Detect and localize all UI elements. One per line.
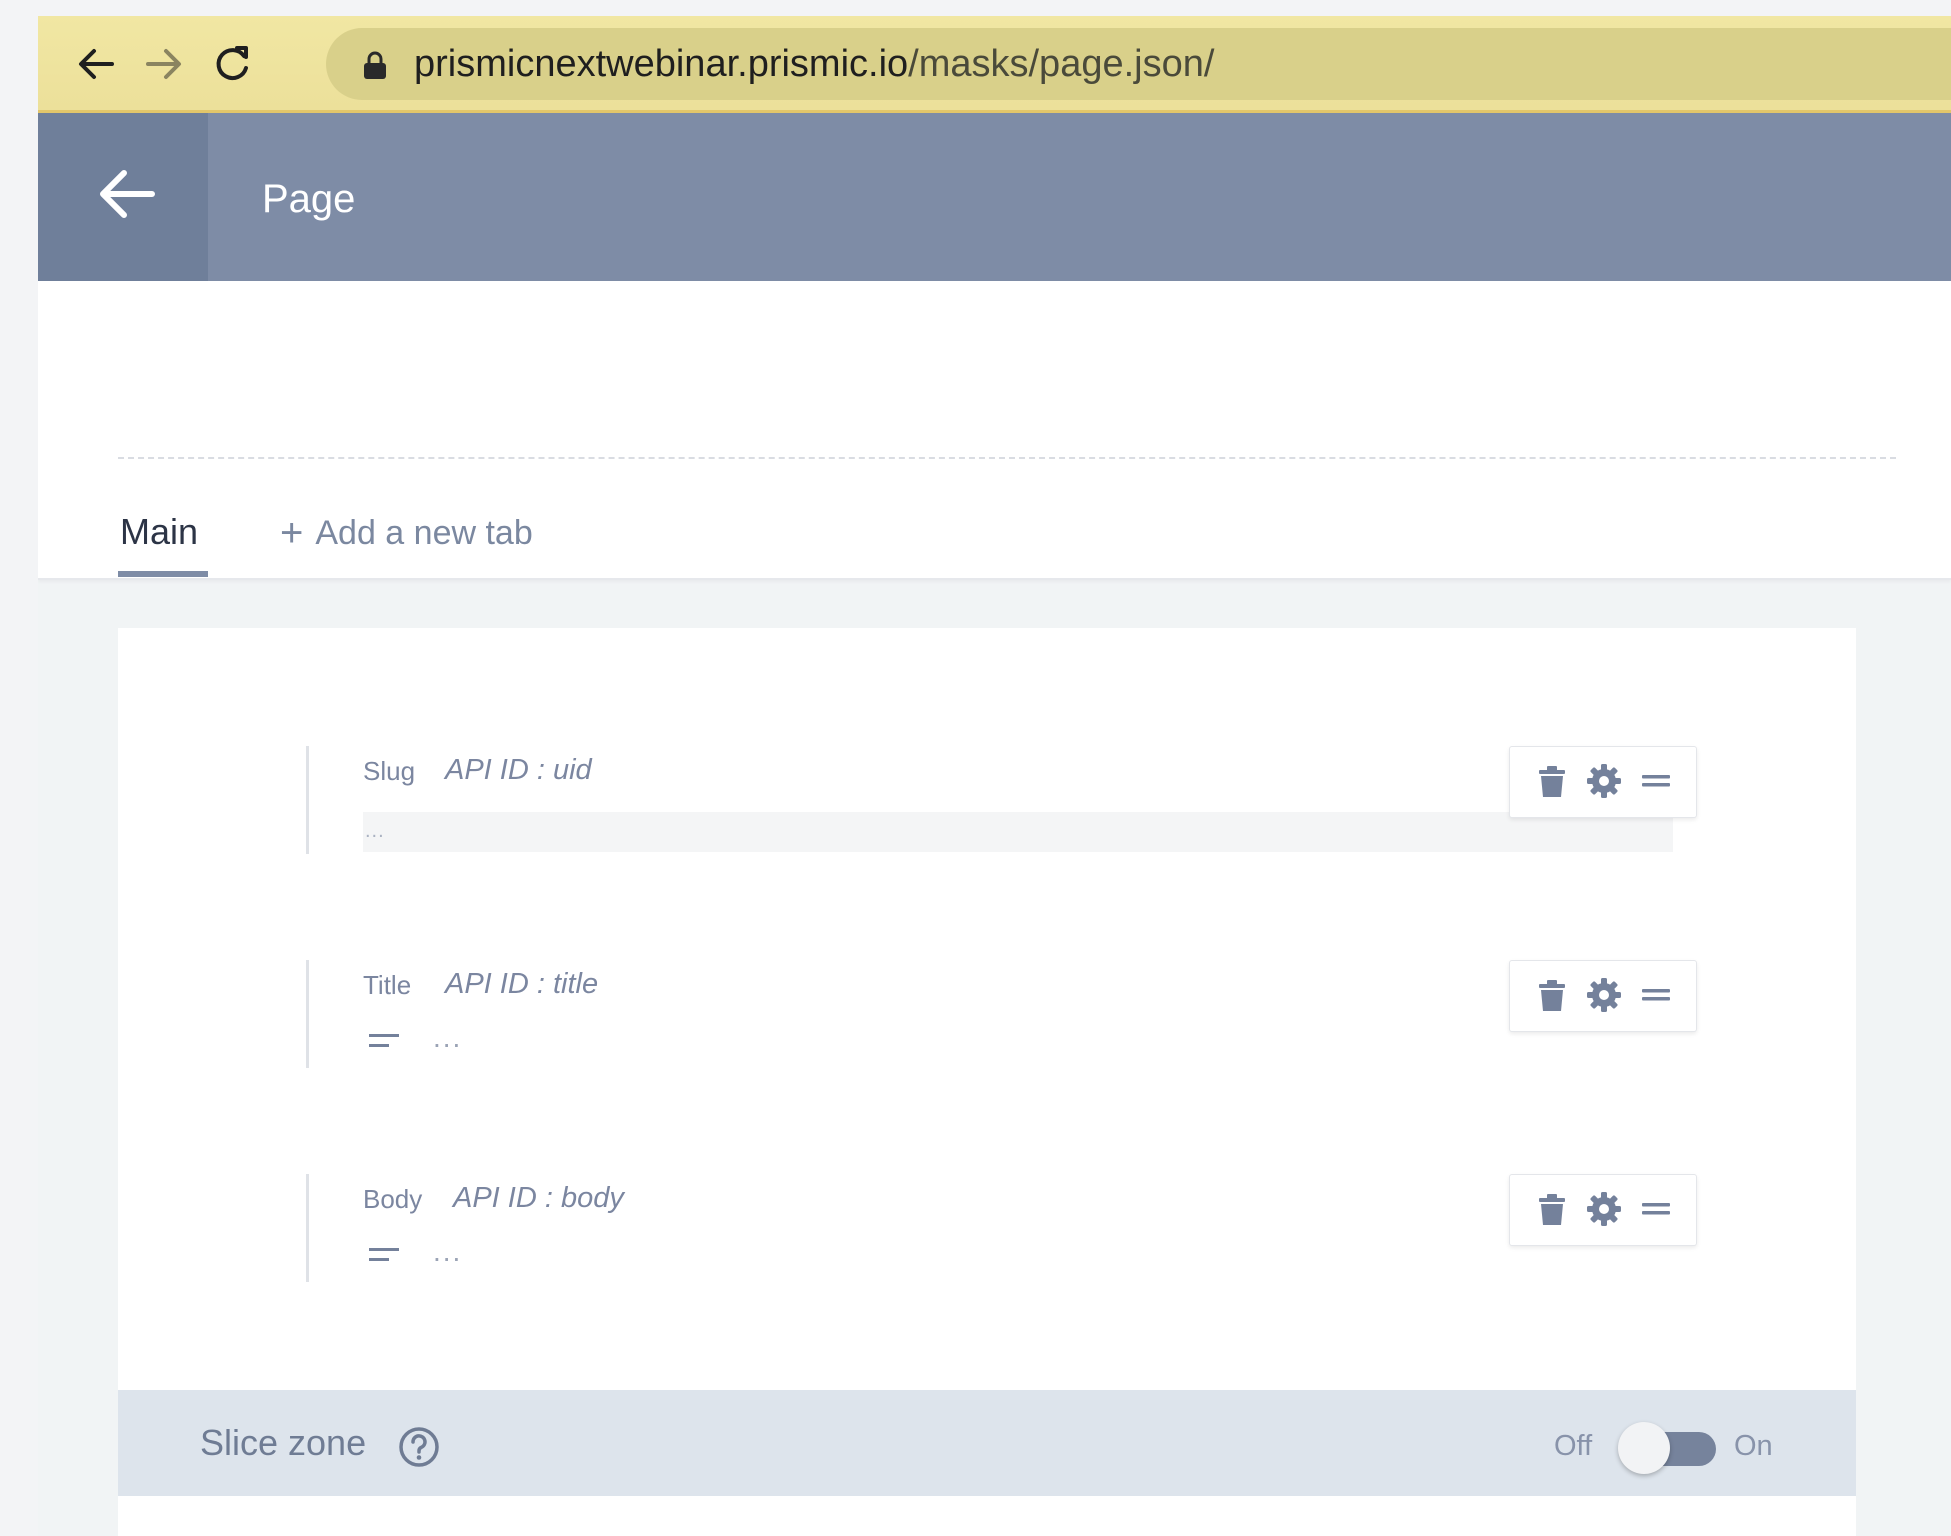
toggle-off-label: Off	[1554, 1430, 1593, 1462]
delete-field-button[interactable]	[1532, 1189, 1572, 1229]
drag-handle[interactable]	[1636, 761, 1676, 801]
field-api-id: API ID : title	[445, 968, 599, 1000]
slug-input[interactable]: ...	[363, 812, 1673, 852]
field-settings-button[interactable]	[1584, 761, 1624, 801]
editor-panel: Slug API ID : uid ... Title API ID: tit…	[118, 628, 1856, 1536]
field-actions	[1509, 1174, 1697, 1246]
arrow-left-icon	[79, 49, 114, 79]
divider	[118, 457, 1896, 459]
rich-text-icon	[369, 1248, 399, 1261]
drag-handle[interactable]	[1636, 1189, 1676, 1229]
active-tab-indicator	[118, 571, 208, 577]
browser-toolbar: prismicnextwebinar.prismic.io/masks/page…	[38, 16, 1951, 113]
field-settings-button[interactable]	[1584, 975, 1624, 1015]
lock-icon	[364, 51, 386, 79]
slice-zone-title: Slice zone	[200, 1422, 367, 1463]
gear-icon	[1587, 764, 1621, 798]
delete-field-button[interactable]	[1532, 761, 1572, 801]
drag-handle-icon	[1642, 989, 1670, 1001]
url-path: /masks/page.json/	[908, 43, 1215, 85]
field-label: Title	[363, 970, 412, 1000]
field-api-id: API ID : uid	[445, 754, 592, 786]
add-tab-label: Add a new tab	[315, 514, 533, 552]
drag-handle-icon	[1642, 775, 1670, 787]
gear-icon	[1587, 978, 1621, 1012]
field-label: Slug	[363, 756, 416, 786]
page-title: Page	[262, 177, 356, 221]
field-label: Body	[363, 1184, 423, 1214]
toggle-on-label: On	[1734, 1430, 1773, 1462]
slug-placeholder: ...	[365, 820, 385, 842]
field-body[interactable]: Body API ID : body ...	[306, 1174, 1697, 1282]
reload-icon	[216, 46, 248, 81]
trash-icon	[1539, 1194, 1565, 1225]
add-tab-button[interactable]: + Add a new tab	[280, 509, 533, 557]
browser-forward-button[interactable]	[136, 36, 192, 92]
url-text: prismicnextwebinar.prismic.io/masks/page…	[414, 44, 1214, 84]
field-placeholder: ...	[433, 1022, 463, 1053]
browser-back-button[interactable]	[68, 36, 124, 92]
back-button[interactable]	[38, 113, 208, 281]
toggle-knob	[1618, 1422, 1670, 1474]
delete-field-button[interactable]	[1532, 975, 1572, 1015]
gear-icon	[1587, 1192, 1621, 1226]
tab-bar-area: Main + Add a new tab	[38, 281, 1951, 580]
field-placeholder: ...	[433, 1236, 463, 1267]
rich-text-icon	[369, 1034, 399, 1047]
field-settings-button[interactable]	[1584, 1189, 1624, 1229]
drag-handle[interactable]	[1636, 975, 1676, 1015]
field-title[interactable]: Title API ID : title ...	[306, 960, 1697, 1068]
field-actions	[1509, 746, 1697, 818]
app-header: Page	[38, 113, 1951, 281]
field-slug[interactable]: Slug API ID : uid ...	[306, 746, 1697, 854]
plus-icon: +	[280, 511, 304, 555]
slice-zone-toggle[interactable]	[1618, 1422, 1718, 1474]
url-host: prismicnextwebinar.prismic.io	[414, 43, 909, 85]
arrow-right-icon	[146, 49, 181, 79]
slice-zone-bar: Slice zone Off On	[118, 1390, 1856, 1496]
tab-main[interactable]: Main	[118, 497, 208, 577]
app-frame: prismicnextwebinar.prismic.io/masks/page…	[38, 16, 1951, 1536]
help-icon[interactable]	[398, 1426, 440, 1468]
trash-icon	[1539, 766, 1565, 797]
trash-icon	[1539, 980, 1565, 1011]
browser-reload-button[interactable]	[204, 36, 260, 92]
field-actions	[1509, 960, 1697, 1032]
address-bar[interactable]: prismicnextwebinar.prismic.io/masks/page…	[326, 28, 1951, 100]
field-api-id: API ID : body	[453, 1182, 624, 1214]
tab-main-label: Main	[120, 511, 199, 552]
drag-handle-icon	[1642, 1203, 1670, 1215]
arrow-left-icon	[100, 170, 155, 218]
